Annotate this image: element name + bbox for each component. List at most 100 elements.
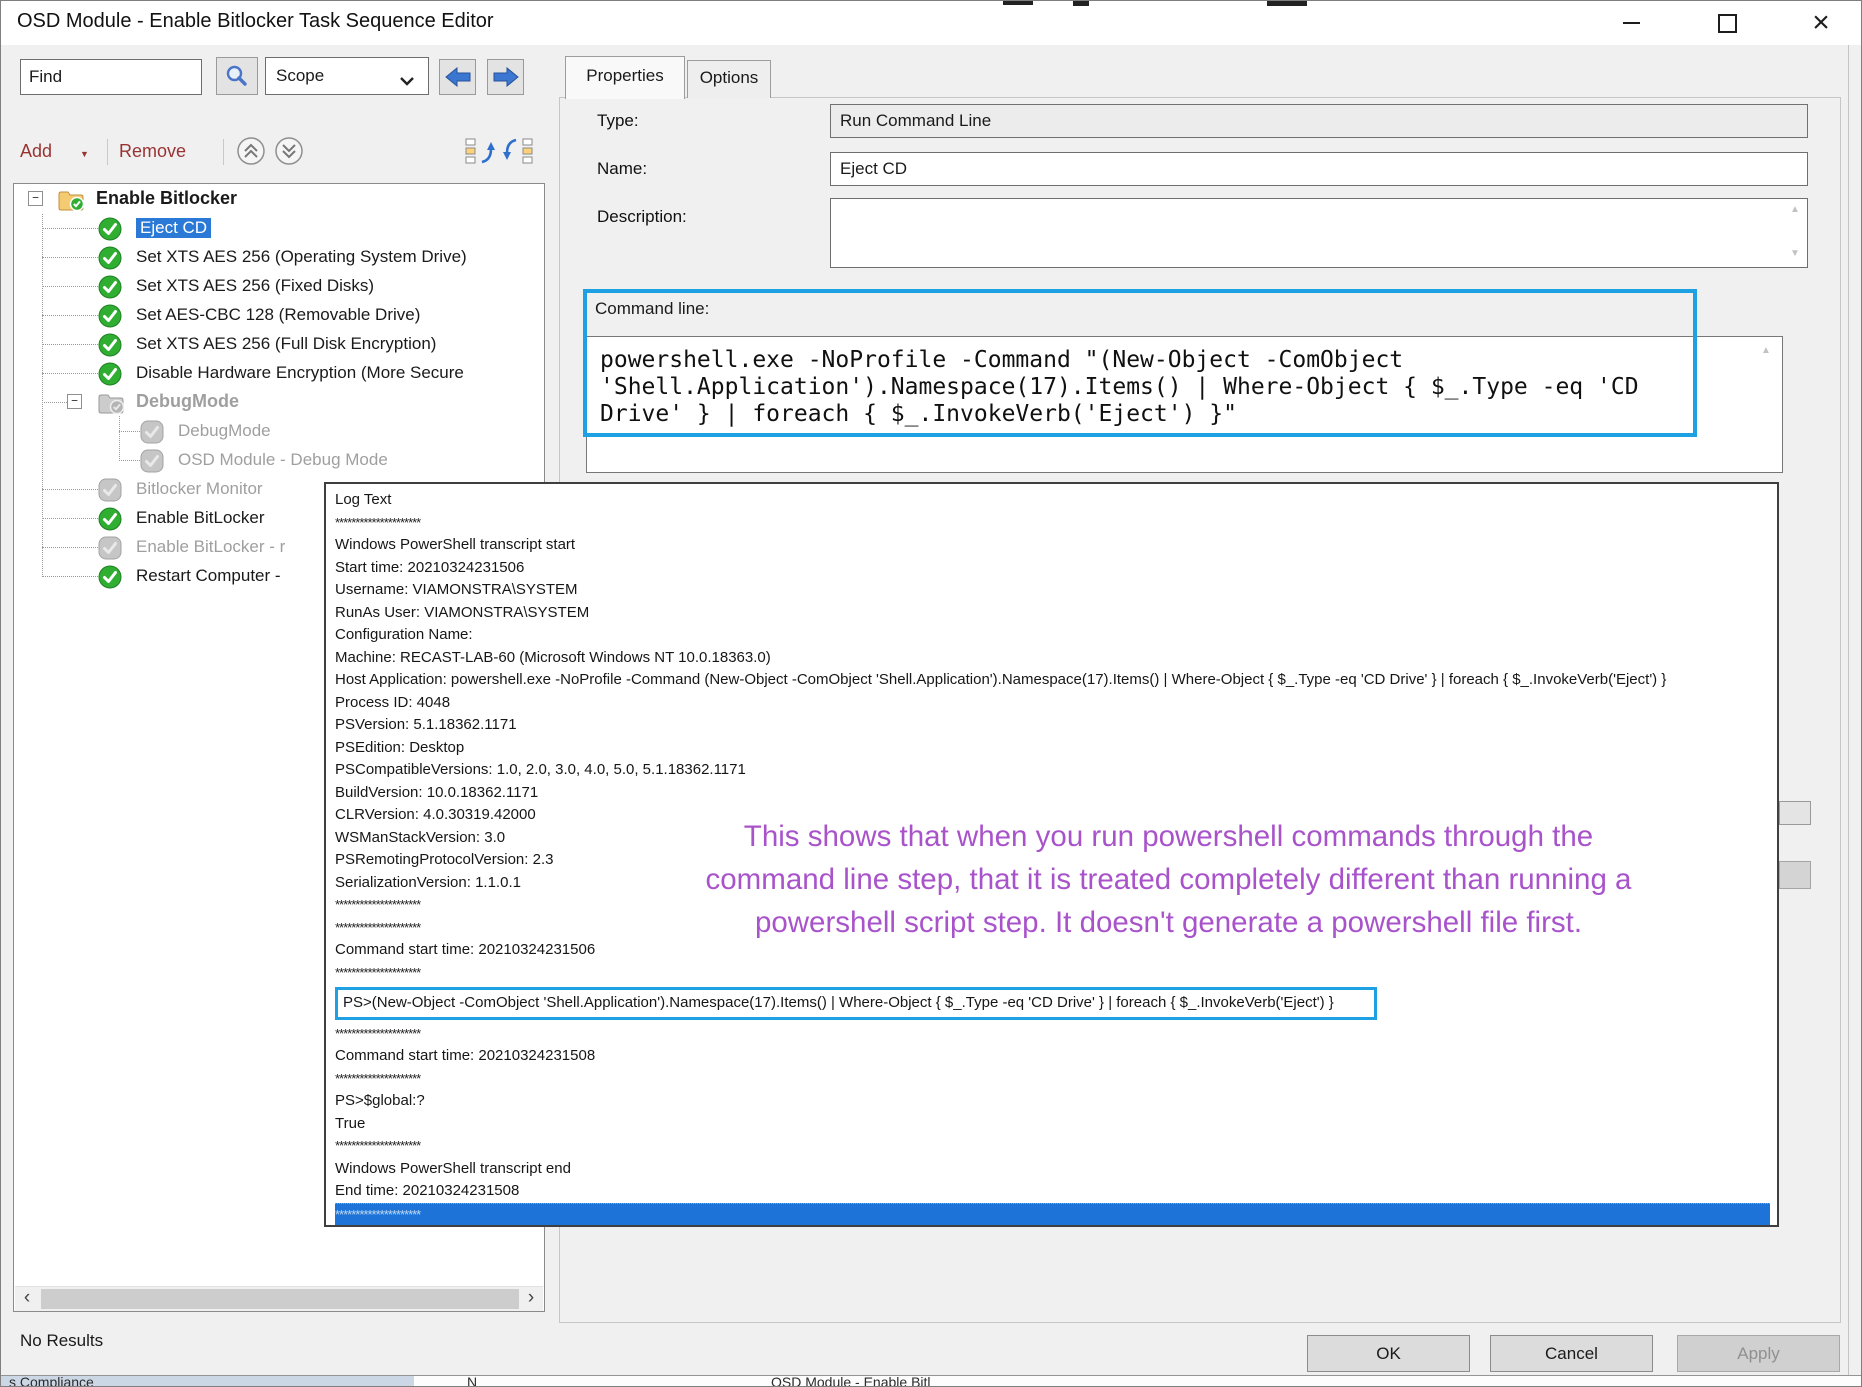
search-button[interactable]: [216, 57, 258, 95]
tree-item-label: Enable Bitlocker: [96, 188, 237, 209]
add-caret-icon[interactable]: ▼: [80, 149, 89, 159]
check-green-icon: [98, 217, 124, 241]
collapse-toggle[interactable]: −: [28, 191, 43, 206]
tree-item[interactable]: − DebugMode: [14, 389, 544, 417]
tree-item[interactable]: DebugMode: [14, 418, 544, 446]
apply-button: Apply: [1677, 1335, 1840, 1372]
scroll-down-icon[interactable]: ▼: [1790, 248, 1800, 259]
annotation-text: This shows that when you run powershell …: [556, 815, 1781, 944]
move-step-up-button[interactable]: [235, 135, 267, 167]
log-line[interactable]: Windows PowerShell transcript start: [335, 534, 1768, 557]
add-button[interactable]: Add: [20, 141, 52, 162]
log-line[interactable]: Process ID: 4048: [335, 692, 1768, 715]
log-line[interactable]: PS>$global:?: [335, 1090, 1768, 1113]
collapse-toggle[interactable]: −: [67, 394, 82, 409]
cancel-button[interactable]: Cancel: [1490, 1335, 1653, 1372]
check-green-icon: [98, 275, 124, 299]
log-line[interactable]: Start time: 20210324231506: [335, 557, 1768, 580]
status-text: No Results: [20, 1331, 103, 1351]
maximize-icon: [1718, 14, 1737, 33]
log-line[interactable]: BuildVersion: 10.0.18362.1171: [335, 782, 1768, 805]
maximize-button[interactable]: [1695, 1, 1759, 45]
remove-button[interactable]: Remove: [119, 141, 186, 162]
log-line[interactable]: PSCompatibleVersions: 1.0, 2.0, 3.0, 4.0…: [335, 759, 1768, 782]
minimize-button[interactable]: [1599, 1, 1663, 45]
move-down-icon: [273, 135, 305, 167]
tree-item-label: DebugMode: [178, 421, 271, 441]
annotation-line: This shows that when you run powershell …: [556, 815, 1781, 858]
log-line[interactable]: *********************: [335, 512, 1768, 535]
forward-icon: [492, 67, 520, 87]
tree-item[interactable]: Set XTS AES 256 (Fixed Disks): [14, 273, 544, 301]
hidden-control-stub: [1779, 861, 1811, 889]
tree-item[interactable]: Set XTS AES 256 (Operating System Drive): [14, 244, 544, 272]
check-green-icon: [98, 246, 124, 270]
background-strip-left-text: s Compliance: [9, 1376, 94, 1387]
log-line[interactable]: True: [335, 1113, 1768, 1136]
background-strip-mid-text: N: [467, 1376, 477, 1387]
tree-item[interactable]: − Enable Bitlocker: [14, 186, 544, 214]
tree-item-label: DebugMode: [136, 391, 239, 412]
log-line[interactable]: PS>(New-Object -ComObject 'Shell.Applica…: [343, 992, 1369, 1015]
log-line[interactable]: *********************: [335, 1023, 1768, 1046]
scrollbar-thumb[interactable]: [41, 1289, 519, 1309]
tab-properties[interactable]: Properties: [565, 56, 685, 99]
check-gray-icon: [140, 449, 166, 473]
scroll-left-icon[interactable]: ‹: [15, 1287, 39, 1311]
task-sequence-editor-window: OSD Module - Enable Bitlocker Task Seque…: [0, 0, 1862, 1387]
log-line[interactable]: End time: 20210324231508: [335, 1180, 1768, 1203]
log-line[interactable]: *********************: [335, 1135, 1768, 1158]
tree-horizontal-scrollbar[interactable]: ‹ ›: [15, 1286, 543, 1311]
ok-button[interactable]: OK: [1307, 1335, 1470, 1372]
collapse-all-button[interactable]: [501, 136, 537, 168]
scroll-up-icon[interactable]: ▲: [1761, 345, 1771, 356]
tree-item-label: Set XTS AES 256 (Full Disk Encryption): [136, 334, 436, 354]
tree-item-label: Set XTS AES 256 (Fixed Disks): [136, 276, 374, 296]
log-line[interactable]: PSVersion: 5.1.18362.1171: [335, 714, 1768, 737]
tree-item[interactable]: Disable Hardware Encryption (More Secure: [14, 360, 544, 388]
tree-item-label: Bitlocker Monitor: [136, 479, 263, 499]
log-line[interactable]: PSEdition: Desktop: [335, 737, 1768, 760]
log-line[interactable]: *********************: [335, 962, 1768, 985]
description-field[interactable]: [830, 198, 1808, 268]
find-input[interactable]: Find: [20, 59, 202, 95]
tree-item[interactable]: Eject CD: [14, 215, 544, 243]
move-up-icon: [235, 135, 267, 167]
scroll-right-icon[interactable]: ›: [519, 1287, 543, 1311]
minimize-icon: [1623, 22, 1640, 24]
move-step-down-button[interactable]: [273, 135, 305, 167]
log-line[interactable]: Username: VIAMONSTRA\SYSTEM: [335, 579, 1768, 602]
log-line[interactable]: *********************: [335, 1203, 1770, 1228]
expand-all-button[interactable]: [463, 136, 499, 168]
log-line[interactable]: Command start time: 20210324231508: [335, 1045, 1768, 1068]
check-green-icon: [98, 333, 124, 357]
log-line[interactable]: Host Application: powershell.exe -NoProf…: [335, 669, 1768, 692]
scope-chevron-icon[interactable]: [399, 73, 415, 91]
tree-item[interactable]: Set AES-CBC 128 (Removable Drive): [14, 302, 544, 330]
type-field[interactable]: Run Command Line: [830, 104, 1808, 138]
log-title[interactable]: Log Text: [335, 489, 1768, 512]
name-field[interactable]: Eject CD: [830, 152, 1808, 186]
close-button[interactable]: ×: [1789, 1, 1853, 45]
tree-item-label: Set XTS AES 256 (Operating System Drive): [136, 247, 467, 267]
log-line[interactable]: *********************: [335, 1068, 1768, 1091]
log-line[interactable]: Configuration Name:: [335, 624, 1768, 647]
check-green-icon: [98, 507, 124, 531]
tree-item-label: Set AES-CBC 128 (Removable Drive): [136, 305, 420, 325]
log-line[interactable]: Windows PowerShell transcript end: [335, 1158, 1768, 1181]
tab-options[interactable]: Options: [687, 60, 771, 98]
find-previous-button[interactable]: [439, 59, 476, 95]
log-line[interactable]: RunAs User: VIAMONSTRA\SYSTEM: [335, 602, 1768, 625]
annotation-line: command line step, that it is treated co…: [556, 858, 1781, 901]
log-line[interactable]: Machine: RECAST-LAB-60 (Microsoft Window…: [335, 647, 1768, 670]
scroll-up-icon[interactable]: ▲: [1790, 204, 1800, 215]
folder-gray-icon: [98, 391, 124, 415]
check-green-icon: [98, 304, 124, 328]
tree-item[interactable]: Set XTS AES 256 (Full Disk Encryption): [14, 331, 544, 359]
background-window-sliver: [1267, 1, 1307, 6]
collapse-structure-icon: [501, 136, 535, 166]
back-icon: [444, 67, 472, 87]
tree-item[interactable]: OSD Module - Debug Mode: [14, 447, 544, 475]
toolbar-separator: [223, 139, 224, 165]
find-next-button[interactable]: [487, 59, 524, 95]
